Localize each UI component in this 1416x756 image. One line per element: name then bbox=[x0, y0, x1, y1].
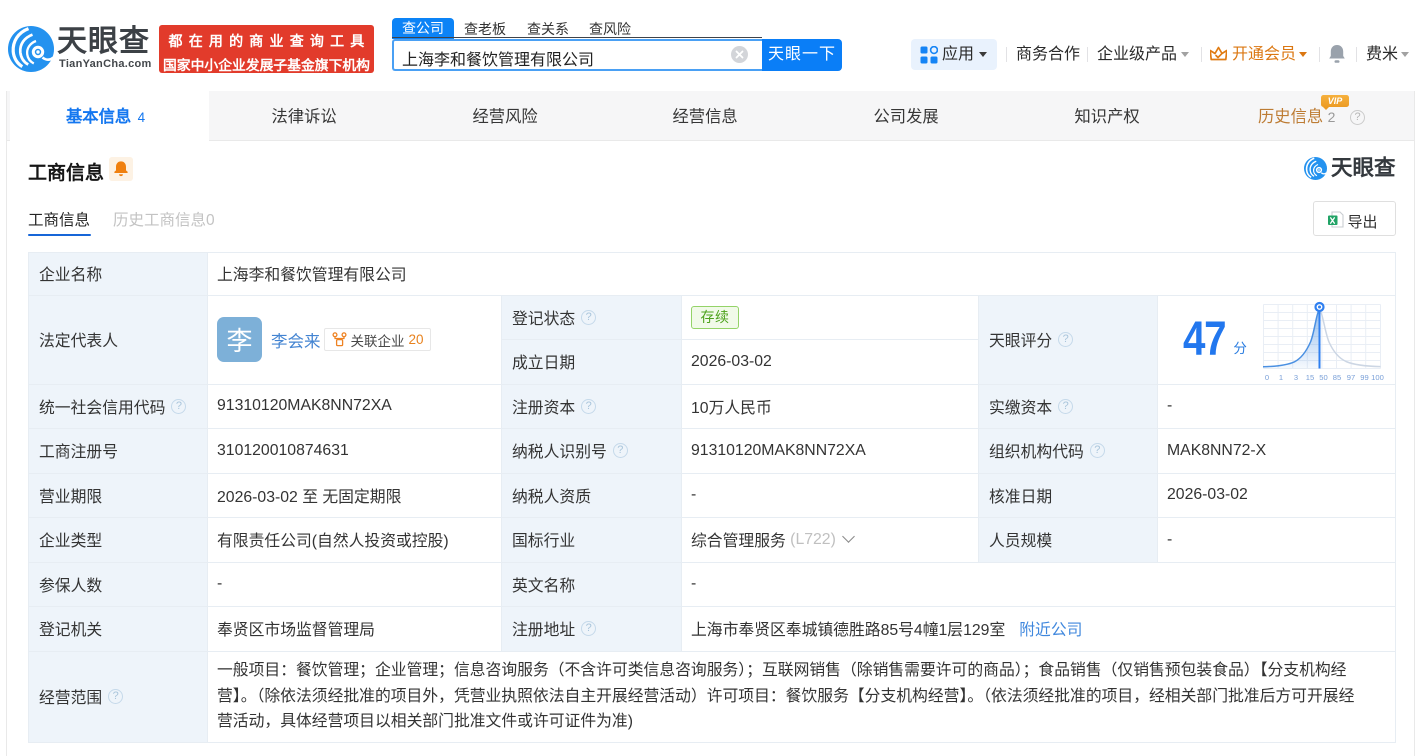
svg-text:3: 3 bbox=[1294, 373, 1298, 382]
svg-text:99: 99 bbox=[1360, 373, 1368, 382]
svg-text:85: 85 bbox=[1333, 373, 1341, 382]
svg-text:1: 1 bbox=[1279, 373, 1283, 382]
svg-text:97: 97 bbox=[1347, 373, 1355, 382]
svg-text:15: 15 bbox=[1306, 373, 1314, 382]
svg-text:100: 100 bbox=[1371, 373, 1384, 382]
svg-text:50: 50 bbox=[1319, 373, 1327, 382]
svg-text:0: 0 bbox=[1265, 373, 1269, 382]
